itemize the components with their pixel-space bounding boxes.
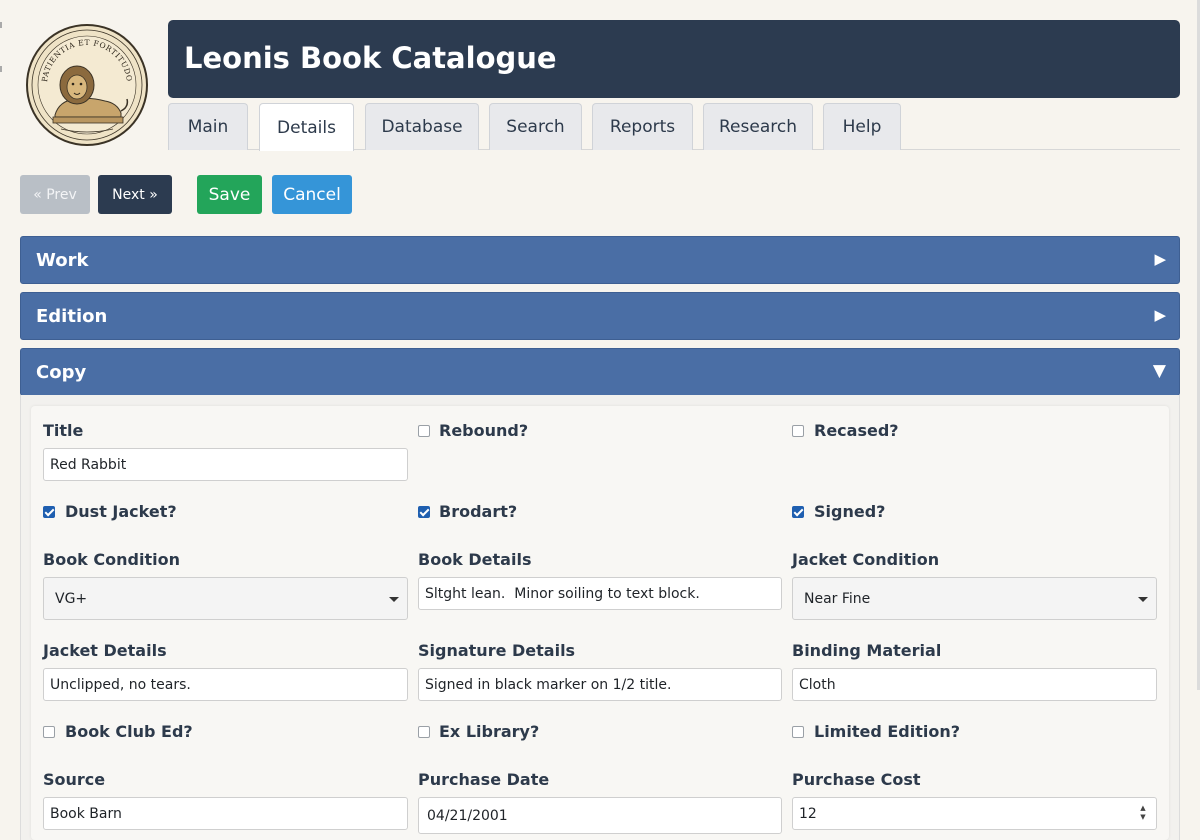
dropdown-caret-icon	[389, 597, 399, 602]
tab-research[interactable]: Research	[703, 103, 813, 150]
prev-button[interactable]: « Prev	[20, 175, 90, 214]
book-details-label: Book Details	[418, 550, 532, 569]
edge-mark	[0, 66, 2, 72]
main-tabs: Main Details Database Search Reports Res…	[168, 103, 1180, 151]
limited-edition-checkbox[interactable]	[792, 726, 804, 738]
rebound-label: Rebound?	[439, 421, 529, 440]
brodart-label: Brodart?	[439, 502, 518, 521]
jacket-details-label: Jacket Details	[43, 641, 167, 660]
tab-help[interactable]: Help	[823, 103, 901, 150]
ex-library-checkbox[interactable]	[418, 726, 430, 738]
purchase-cost-value: 12	[799, 806, 817, 822]
collapse-arrow-icon: ▼	[1152, 361, 1166, 381]
binding-material-label: Binding Material	[792, 641, 942, 660]
signed-checkbox[interactable]	[792, 506, 804, 518]
app-title: Leonis Book Catalogue	[184, 41, 557, 75]
dropdown-caret-icon	[1138, 597, 1148, 602]
title-label: Title	[43, 421, 84, 440]
jacket-details-input[interactable]: Unclipped, no tears.	[43, 668, 408, 701]
jacket-condition-label: Jacket Condition	[792, 550, 940, 569]
dust-jacket-checkbox[interactable]	[43, 506, 55, 518]
book-condition-label: Book Condition	[43, 550, 180, 569]
next-button[interactable]: Next »	[98, 175, 172, 214]
expand-arrow-icon: ▶	[1154, 250, 1166, 268]
save-button[interactable]: Save	[197, 175, 262, 214]
cancel-button[interactable]: Cancel	[272, 175, 352, 214]
signed-label: Signed?	[814, 502, 886, 521]
dust-jacket-label: Dust Jacket?	[65, 502, 177, 521]
panel-work-title: Work	[36, 249, 89, 271]
edge-mark	[0, 22, 2, 28]
binding-material-input[interactable]: Cloth	[792, 668, 1157, 701]
purchase-cost-input[interactable]: 12 ▲ ▼	[792, 797, 1157, 830]
book-club-ed-checkbox[interactable]	[43, 726, 55, 738]
panel-copy-header[interactable]: Copy ▼	[20, 348, 1180, 396]
signature-details-label: Signature Details	[418, 641, 576, 660]
book-club-ed-label: Book Club Ed?	[65, 722, 193, 741]
number-spinner-icon[interactable]: ▲ ▼	[1138, 804, 1148, 824]
tab-database[interactable]: Database	[365, 103, 479, 150]
ex-library-label: Ex Library?	[439, 722, 540, 741]
book-condition-select[interactable]: VG+	[43, 577, 408, 620]
purchase-date-input[interactable]: 04/21/2001	[418, 797, 782, 834]
lion-seal-logo: PATIENTIA ET FORTITUDO	[26, 24, 148, 146]
title-input[interactable]: Red Rabbit	[43, 448, 408, 481]
panel-work-header[interactable]: Work ▶	[20, 236, 1180, 284]
signature-details-input[interactable]: Signed in black marker on 1/2 title.	[418, 668, 782, 701]
source-input[interactable]: Book Barn	[43, 797, 408, 830]
panel-edition-title: Edition	[36, 305, 108, 327]
jacket-condition-value: Near Fine	[804, 591, 871, 607]
app-title-bar: Leonis Book Catalogue	[168, 20, 1180, 98]
panel-copy-title: Copy	[36, 361, 87, 383]
limited-edition-label: Limited Edition?	[814, 722, 961, 741]
book-condition-value: VG+	[55, 591, 88, 607]
tab-search[interactable]: Search	[489, 103, 582, 150]
brodart-checkbox[interactable]	[418, 506, 430, 518]
recased-checkbox[interactable]	[792, 425, 804, 437]
purchase-cost-label: Purchase Cost	[792, 770, 921, 789]
tab-details[interactable]: Details	[259, 103, 354, 151]
expand-arrow-icon: ▶	[1154, 306, 1166, 324]
source-label: Source	[43, 770, 106, 789]
jacket-condition-select[interactable]: Near Fine	[792, 577, 1157, 620]
book-details-input[interactable]: Sltght lean. Minor soiling to text block…	[418, 577, 782, 610]
tab-main[interactable]: Main	[168, 103, 248, 150]
recased-label: Recased?	[814, 421, 899, 440]
rebound-checkbox[interactable]	[418, 425, 430, 437]
purchase-date-label: Purchase Date	[418, 770, 550, 789]
panel-edition-header[interactable]: Edition ▶	[20, 292, 1180, 340]
tab-reports[interactable]: Reports	[592, 103, 693, 150]
